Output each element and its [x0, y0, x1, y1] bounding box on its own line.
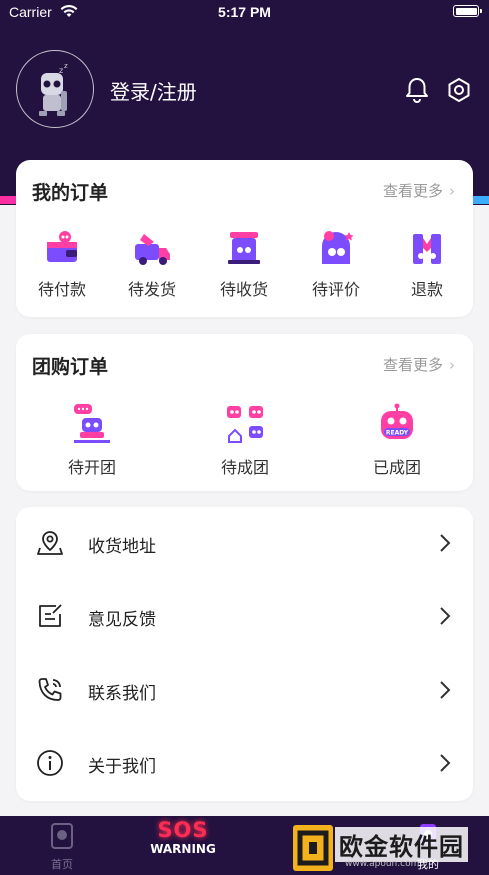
menu-item-contact-us[interactable]: 联系我们: [16, 654, 473, 726]
order-pending-review[interactable]: 待评价: [296, 228, 376, 300]
order-pending-shipment[interactable]: 待发货: [112, 228, 192, 300]
group-completed[interactable]: READY 已成团: [357, 402, 437, 478]
ready-badge: READY: [386, 430, 409, 437]
location-icon: [36, 529, 64, 561]
group-orders-card: 团购订单 查看更多 › 待开团 待成团 READY 已成团: [16, 334, 473, 491]
view-more-label: 查看更多: [382, 356, 443, 374]
info-icon: [36, 749, 64, 781]
package-box-icon: [228, 232, 260, 264]
group-pending-complete[interactable]: 待成团: [205, 402, 285, 478]
status-bar: Carrier 5:17 PM: [0, 0, 489, 26]
view-more-label: 查看更多: [382, 182, 443, 200]
home-icon: [51, 823, 73, 849]
order-pending-receipt[interactable]: 待收货: [204, 228, 284, 300]
watermark-url: www.apoun.com: [345, 859, 420, 869]
delivery-truck-icon: [135, 234, 170, 265]
notification-bell-icon[interactable]: [404, 76, 430, 108]
menu-item-shipping-address[interactable]: 收货地址: [16, 507, 473, 579]
robot-group-icon: [227, 406, 263, 443]
sos-subtitle: WARNING: [150, 842, 216, 856]
order-item-label: 退款: [410, 280, 443, 299]
menu-item-label: 收货地址: [88, 537, 156, 557]
my-orders-title: 我的订单: [32, 182, 109, 204]
my-orders-card: 我的订单 查看更多 › 待付款 待发货 待收货 待评价 退款: [16, 160, 473, 317]
robot-avatar-icon: z z: [39, 62, 68, 116]
feedback-icon: [36, 602, 64, 634]
ready-robot-icon: READY: [381, 403, 413, 439]
sos-title: SOS: [157, 818, 209, 842]
chevron-right-icon: [439, 533, 451, 557]
group-item-label: 待成团: [220, 458, 269, 477]
site-watermark: 欧金软件园 www.apoun.com: [293, 821, 489, 875]
order-refund[interactable]: 退款: [387, 228, 467, 300]
group-item-label: 已成团: [372, 458, 421, 477]
menu-item-label: 关于我们: [88, 757, 156, 777]
order-item-label: 待付款: [37, 280, 86, 299]
clock-time: 5:17 PM: [218, 4, 271, 20]
group-pending-open[interactable]: 待开团: [52, 402, 132, 478]
chat-robot-icon: [74, 404, 110, 443]
tab-home[interactable]: 首页: [40, 822, 84, 872]
group-orders-view-more[interactable]: 查看更多 ›: [383, 354, 455, 375]
menu-list-card: 收货地址 意见反馈 联系我们 关于我们: [16, 507, 473, 801]
watermark-logo: [293, 825, 333, 871]
watermark-text: 欧金软件园: [335, 827, 468, 862]
chevron-right-icon: ›: [449, 182, 455, 200]
menu-item-feedback[interactable]: 意见反馈: [16, 580, 473, 652]
order-pending-payment[interactable]: 待付款: [22, 228, 102, 300]
sos-warning-button[interactable]: SOS WARNING: [150, 818, 216, 856]
menu-item-label: 意见反馈: [88, 610, 156, 630]
group-item-label: 待开团: [67, 458, 116, 477]
svg-text:z: z: [64, 62, 68, 70]
chevron-right-icon: [439, 753, 451, 777]
order-item-label: 待发货: [127, 280, 176, 299]
chevron-right-icon: [439, 606, 451, 630]
chevron-right-icon: ›: [449, 356, 455, 374]
wallet-robot-icon: [47, 231, 77, 262]
order-item-label: 待评价: [311, 280, 360, 299]
menu-item-label: 联系我们: [88, 684, 156, 704]
avatar[interactable]: z z: [16, 50, 94, 128]
order-item-label: 待收货: [219, 280, 268, 299]
group-orders-title: 团购订单: [32, 356, 109, 378]
menu-item-about-us[interactable]: 关于我们: [16, 727, 473, 799]
refund-icon: [413, 234, 441, 264]
settings-gear-icon[interactable]: [446, 77, 472, 107]
phone-icon: [36, 676, 64, 708]
my-orders-view-more[interactable]: 查看更多 ›: [383, 180, 455, 201]
chevron-right-icon: [439, 680, 451, 704]
review-house-icon: [322, 231, 354, 264]
battery-icon: [453, 5, 482, 17]
login-register-link[interactable]: 登录/注册: [110, 76, 197, 105]
tab-home-label: 首页: [51, 858, 73, 871]
